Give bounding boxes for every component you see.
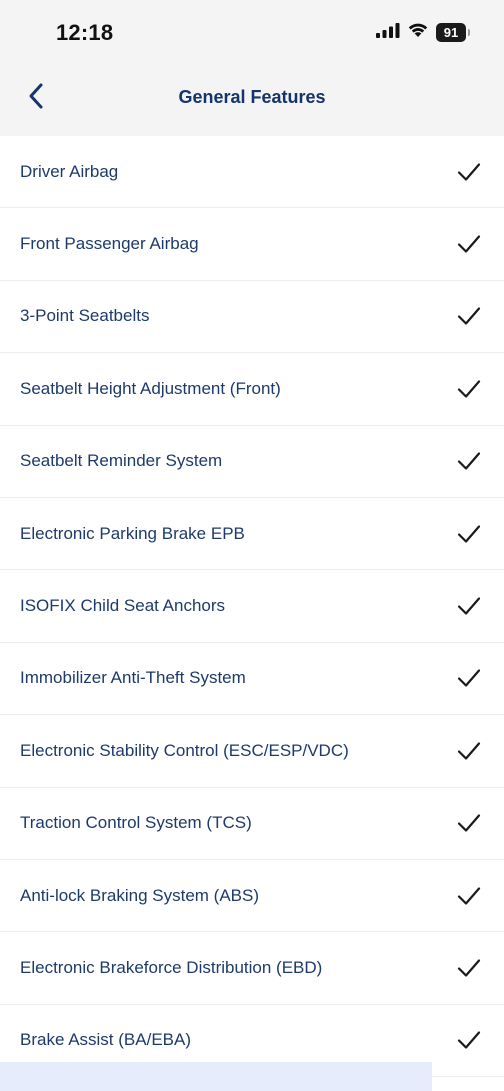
feature-label: Front Passenger Airbag — [20, 234, 199, 254]
status-time: 12:18 — [56, 20, 114, 45]
feature-label: Immobilizer Anti-Theft System — [20, 668, 246, 688]
feature-label: ISOFIX Child Seat Anchors — [20, 596, 226, 616]
feature-row-traction-control-system: Traction Control System (TCS) — [0, 788, 504, 860]
checkmark-icon — [457, 742, 481, 760]
feature-label: Driver Airbag — [20, 161, 119, 181]
battery-icon: 91 — [436, 23, 466, 42]
feature-label: Traction Control System (TCS) — [20, 813, 252, 833]
feature-row-electronic-stability-control: Electronic Stability Control (ESC/ESP/VD… — [0, 715, 504, 788]
checkmark-icon — [457, 959, 481, 977]
feature-label: Seatbelt Reminder System — [20, 451, 223, 471]
checkmark-icon — [457, 380, 481, 398]
status-bar: 12:18 91 — [0, 0, 504, 66]
checkmark-icon — [457, 886, 481, 905]
checkmark-icon — [457, 163, 481, 181]
feature-row-electronic-brakeforce-distribution: Electronic Brakeforce Distribution (EBD) — [0, 932, 504, 1005]
feature-label: Seatbelt Height Adjustment (Front) — [20, 378, 281, 398]
checkmark-icon — [457, 235, 481, 253]
checkmark-icon — [457, 525, 481, 543]
feature-label: Electronic Stability Control (ESC/ESP/VD… — [20, 740, 349, 760]
feature-label: Electronic Parking Brake EPB — [20, 523, 245, 543]
checkmark-icon — [457, 1031, 481, 1049]
checkmark-icon — [457, 597, 481, 615]
feature-row-driver-airbag: Driver Airbag — [0, 136, 504, 209]
feature-row-seatbelt-height-adjustment: Seatbelt Height Adjustment (Front) — [0, 353, 504, 426]
cellular-signal-icon — [376, 22, 400, 43]
feature-label: Electronic Brakeforce Distribution (EBD) — [20, 957, 323, 977]
feature-row-anti-lock-braking-system: Anti-lock Braking System (ABS) — [0, 860, 504, 933]
feature-row-immobilizer-anti-theft: Immobilizer Anti-Theft System — [0, 643, 504, 716]
feature-label: Brake Assist (BA/EBA) — [20, 1030, 191, 1050]
checkmark-icon — [457, 307, 481, 326]
feature-label: 3-Point Seatbelts — [20, 306, 150, 326]
battery-tip — [468, 29, 470, 36]
feature-row-3-point-seatbelts: 3-Point Seatbelts — [0, 281, 504, 354]
feature-list: Driver Airbag Front Passenger Airbag 3-P… — [0, 136, 504, 1078]
feature-row-seatbelt-reminder-system: Seatbelt Reminder System — [0, 426, 504, 498]
battery-level: 91 — [443, 25, 459, 40]
checkmark-icon — [457, 814, 481, 832]
bottom-action-bar[interactable] — [0, 1062, 432, 1091]
checkmark-icon — [457, 669, 481, 688]
checkmark-icon — [457, 452, 481, 470]
navigation-bar: General Features — [0, 66, 504, 136]
feature-row-front-passenger-airbag: Front Passenger Airbag — [0, 208, 504, 281]
status-icons: 91 — [376, 22, 470, 43]
wifi-icon — [407, 22, 429, 43]
feature-row-isofix-child-seat-anchors: ISOFIX Child Seat Anchors — [0, 570, 504, 643]
feature-label: Anti-lock Braking System (ABS) — [20, 885, 260, 905]
feature-row-electronic-parking-brake: Electronic Parking Brake EPB — [0, 498, 504, 571]
page-title: General Features — [178, 87, 326, 107]
